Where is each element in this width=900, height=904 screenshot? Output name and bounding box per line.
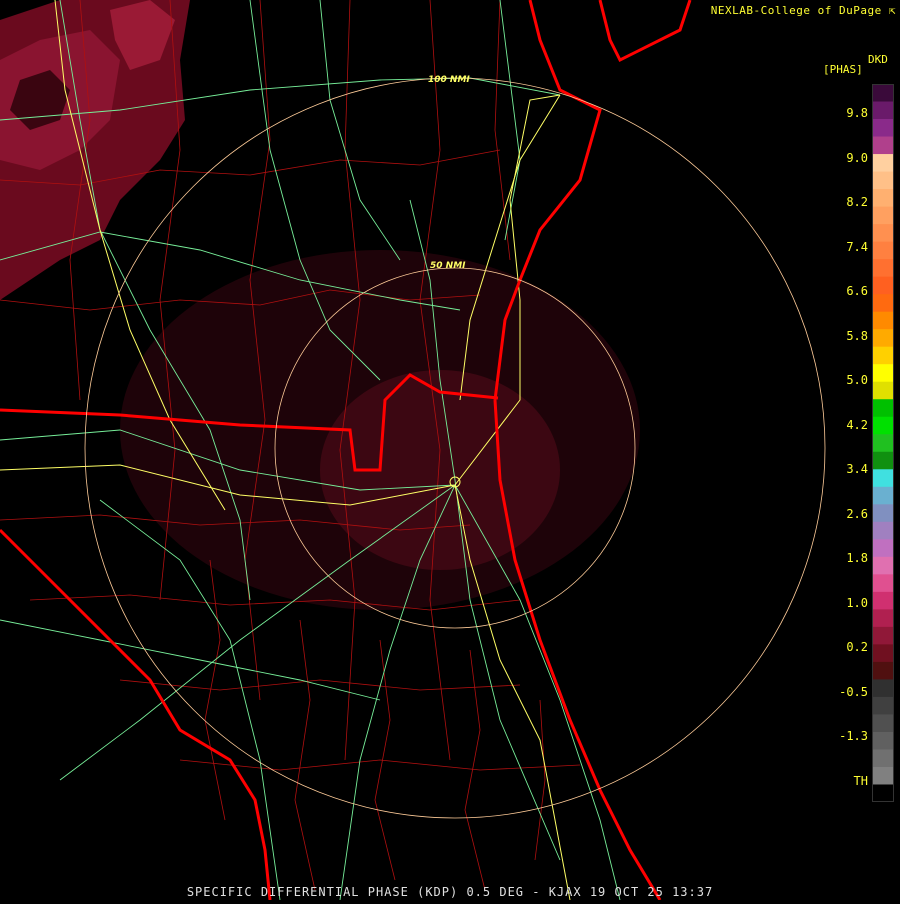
color-scale-swatch (872, 539, 894, 558)
color-scale-swatch (872, 521, 894, 540)
color-scale-swatch (872, 626, 894, 645)
color-scale-swatch (872, 346, 894, 365)
color-scale-swatch (872, 574, 894, 593)
color-scale-label: 9.0 (846, 150, 868, 165)
color-scale-swatch (872, 224, 894, 243)
color-scale-swatch (872, 119, 894, 138)
echo-speckle-field (120, 250, 640, 610)
unit-label: [PHAS] (823, 63, 863, 76)
color-scale-swatch (872, 731, 894, 750)
color-scale-swatch (872, 749, 894, 768)
color-scale-swatch (872, 101, 894, 120)
color-scale-swatch (872, 206, 894, 225)
color-scale-label: 2.6 (846, 506, 868, 521)
color-scale-swatch (872, 241, 894, 260)
color-scale-swatch (872, 416, 894, 435)
color-scale-swatch (872, 591, 894, 610)
color-scale-swatch (872, 784, 894, 802)
color-scale-label: 1.0 (846, 595, 868, 610)
color-scale-label: 1.8 (846, 551, 868, 565)
color-scale-swatch (872, 714, 894, 733)
color-scale-label: 4.2 (846, 417, 868, 432)
color-scale-label: 6.6 (846, 284, 868, 298)
product-code: DKD (868, 53, 888, 66)
color-scale-swatch (872, 486, 894, 505)
color-scale-swatch (872, 504, 894, 523)
color-scale-swatch (872, 609, 894, 628)
color-scale-swatch (872, 84, 894, 103)
color-scale-swatch (872, 294, 894, 313)
color-scale-swatch (872, 434, 894, 453)
color-scale-label: -0.5 (839, 684, 868, 699)
color-scale-label: 3.4 (846, 462, 868, 476)
color-scale-swatch (872, 364, 894, 383)
color-scale-swatch (872, 276, 894, 295)
color-scale-swatch (872, 154, 894, 173)
credit-text: NEXLAB-College of DuPage (710, 4, 882, 17)
color-scale-bar (872, 84, 894, 802)
color-scale-swatch (872, 329, 894, 348)
ring-label-50: 50 NMI (430, 261, 466, 271)
color-scale-label: 8.2 (846, 195, 868, 209)
color-scale-label: 0.2 (846, 640, 868, 654)
color-scale-swatch (872, 679, 894, 698)
color-scale-label: 7.4 (846, 239, 868, 254)
color-scale-swatch (872, 136, 894, 155)
ring-label-100: 100 NMI (428, 75, 470, 85)
color-scale-swatch (872, 696, 894, 715)
color-scale-swatch (872, 469, 894, 488)
color-scale-swatch (872, 171, 894, 190)
color-scale-swatch (872, 644, 894, 663)
color-scale-swatch (872, 661, 894, 680)
color-scale-label: -1.3 (839, 729, 868, 743)
color-scale-label: 5.0 (846, 373, 868, 387)
color-scale-swatch (872, 451, 894, 470)
color-scale-swatch (872, 311, 894, 330)
color-scale-label: 9.8 (846, 106, 868, 120)
color-scale-swatch (872, 381, 894, 400)
radar-map-view: 50 NMI 100 NMI (0, 0, 900, 901)
color-scale-swatch (872, 189, 894, 208)
color-scale-swatch (872, 259, 894, 278)
color-scale-label: TH (853, 773, 868, 788)
credit-label: NEXLAB-College of DuPage ⇱ (711, 4, 896, 17)
external-link-icon: ⇱ (888, 4, 896, 17)
color-scale-swatch (872, 556, 894, 575)
color-scale-swatch (872, 766, 894, 785)
color-scale-label: 5.8 (846, 328, 868, 343)
color-scale-swatch (872, 399, 894, 418)
product-caption: SPECIFIC DIFFERENTIAL PHASE (KDP) 0.5 DE… (186, 885, 714, 899)
